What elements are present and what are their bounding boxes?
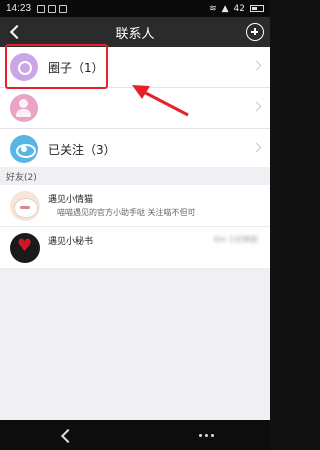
avatar [10, 191, 40, 221]
group-row-following[interactable]: 已关注（3） [0, 129, 270, 170]
contacts-screen: 14:23 ≋ ▲ 42 联系人 圈子（1） 已关注（3） 好友(2) 遇见小情… [0, 0, 270, 450]
battery-level: 42 [233, 3, 245, 14]
add-contact-icon[interactable] [246, 23, 264, 41]
friend-meta: 0m 1分钟前 [213, 235, 258, 244]
chevron-right-icon [251, 101, 262, 112]
system-nav-bar [0, 420, 270, 450]
friend-name: 遇见小情猫 [48, 192, 93, 205]
status-time: 14:23 [6, 3, 32, 14]
eye-icon [10, 135, 38, 163]
status-right: ≋ ▲ 42 [209, 4, 264, 14]
friend-row[interactable]: 遇见小秘书 0m 1分钟前 [0, 227, 270, 269]
signal-icon: ▲ [221, 3, 229, 14]
chevron-right-icon [251, 142, 262, 153]
menu-icon[interactable] [199, 434, 214, 437]
back-icon[interactable] [60, 429, 72, 441]
notification-icon [48, 4, 57, 13]
friends-list: 遇见小情猫 喵喵遇见的官方小助手哒 关注喵不但可 遇见小秘书 0m 1分钟前 [0, 185, 270, 269]
battery-icon [250, 5, 264, 12]
friend-message-text: 喵喵遇见的官方小助手哒 关注喵不但可 [57, 208, 196, 217]
friend-row[interactable]: 遇见小情猫 喵喵遇见的官方小助手哒 关注喵不但可 [0, 185, 270, 227]
friends-section-header: 好友(2) [0, 167, 270, 185]
highlight-box [5, 44, 108, 89]
notification-icon [59, 4, 68, 13]
notification-icon [37, 4, 46, 13]
avatar [10, 233, 40, 263]
status-bar: 14:23 ≋ ▲ 42 [0, 0, 270, 17]
people-icon [10, 94, 38, 122]
status-notification-icons [37, 4, 68, 13]
group-label-following: 已关注（3） [48, 142, 116, 157]
back-icon[interactable] [8, 24, 24, 40]
title-bar: 联系人 [0, 17, 270, 47]
friend-name-text: 遇见小情猫 [48, 195, 94, 205]
friend-name: 遇见小秘书 [48, 234, 93, 247]
wifi-icon: ≋ [209, 3, 217, 14]
friend-message: 喵喵遇见的官方小助手哒 关注喵不但可 [48, 207, 196, 218]
page-title: 联系人 [115, 26, 155, 42]
friend-name-text: 遇见小秘书 [48, 237, 94, 247]
friends-section-title: 好友(2) [6, 172, 37, 183]
group-row-blurred[interactable] [0, 88, 270, 129]
chevron-right-icon [251, 60, 262, 71]
